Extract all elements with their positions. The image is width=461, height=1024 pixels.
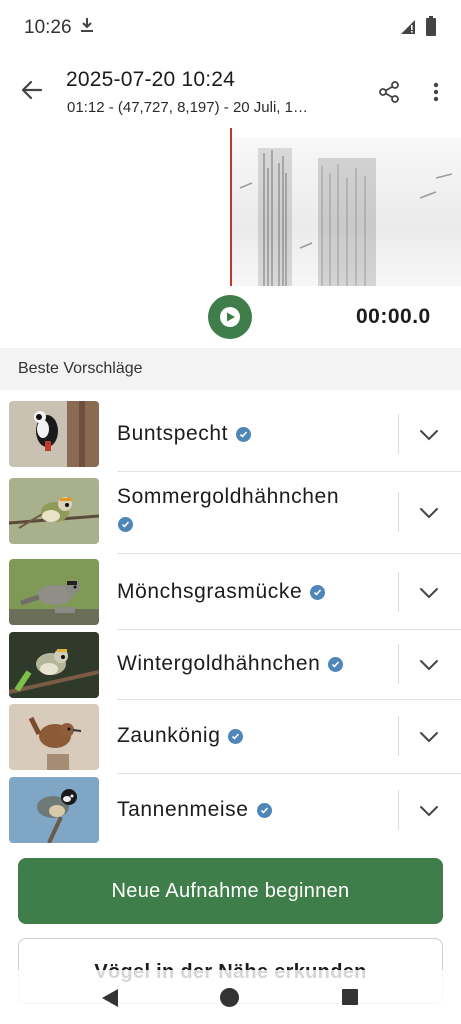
more-vert-icon	[433, 82, 439, 102]
back-button[interactable]	[16, 74, 48, 106]
row-divider	[398, 572, 399, 612]
share-button[interactable]	[373, 76, 405, 108]
expand-button[interactable]	[414, 722, 444, 752]
status-left: 10:26	[24, 17, 94, 39]
chevron-down-icon	[420, 732, 438, 743]
list-item[interactable]: Tannenmeise	[0, 774, 461, 846]
elapsed-time: 00:00.0	[356, 305, 431, 328]
expand-button[interactable]	[414, 796, 444, 826]
list-item[interactable]: Sommergoldhähnchen	[0, 472, 461, 554]
verified-icon	[118, 516, 133, 532]
bird-name: Mönchsgrasmücke	[117, 580, 326, 604]
bird-name-label: Sommergoldhähnchen	[117, 485, 340, 508]
row-divider	[398, 414, 399, 454]
bird-name: Zaunkönig	[117, 724, 244, 748]
nav-back-icon	[102, 989, 118, 1007]
bird-thumbnail	[9, 777, 99, 843]
app-bar: 2025-07-20 10:24 01:12 - (47,727, 8,197)…	[0, 60, 461, 124]
bird-name: Wintergoldhähnchen	[117, 652, 344, 676]
verified-icon	[328, 656, 344, 672]
nav-recents-button[interactable]	[342, 989, 358, 1005]
play-icon	[220, 307, 240, 327]
chevron-down-icon	[420, 430, 438, 441]
bird-thumbnail	[9, 632, 99, 698]
verified-icon	[228, 728, 244, 744]
nav-home-button[interactable]	[220, 988, 239, 1007]
expand-button[interactable]	[414, 420, 444, 450]
bird-name: Buntspecht	[117, 422, 252, 446]
status-bar: 10:26	[0, 0, 461, 56]
row-divider	[398, 644, 399, 684]
list-item[interactable]: Buntspecht	[0, 396, 461, 472]
verified-icon	[310, 584, 326, 600]
row-divider	[398, 716, 399, 756]
chevron-down-icon	[420, 660, 438, 671]
chevron-down-icon	[420, 508, 438, 519]
bird-thumbnail	[9, 401, 99, 467]
suggestion-list: Buntspecht Sommergoldhähnchen Mönchsgras…	[0, 396, 461, 846]
list-item[interactable]: Wintergoldhähnchen	[0, 630, 461, 700]
row-divider	[398, 492, 399, 532]
playhead[interactable]	[230, 128, 232, 286]
bird-name-label: Buntspecht	[117, 422, 229, 445]
bird-name-label: Wintergoldhähnchen	[117, 652, 321, 675]
expand-button[interactable]	[414, 650, 444, 680]
row-divider	[398, 790, 399, 830]
download-icon	[80, 17, 94, 39]
recording-subtitle: 01:12 - (47,727, 8,197) - 20 Juli, 1…	[67, 99, 308, 116]
recording-title: 2025-07-20 10:24	[66, 68, 236, 91]
suggestions-header: Beste Vorschläge	[0, 348, 461, 390]
back-arrow-icon	[21, 80, 43, 100]
bird-name: Tannenmeise	[117, 798, 272, 822]
bird-thumbnail	[9, 478, 99, 544]
suggestions-header-label: Beste Vorschläge	[18, 360, 143, 377]
new-recording-button[interactable]: Neue Aufnahme beginnen	[18, 858, 443, 924]
bird-name-label: Tannenmeise	[117, 798, 249, 821]
bird-name: Sommergoldhähnchen	[117, 485, 339, 533]
chevron-down-icon	[420, 806, 438, 817]
bird-thumbnail	[9, 704, 99, 770]
bird-thumbnail	[9, 559, 99, 625]
expand-button[interactable]	[414, 578, 444, 608]
share-icon	[379, 81, 399, 103]
list-item[interactable]: Mönchsgrasmücke	[0, 554, 461, 630]
signal-icon	[399, 17, 417, 40]
battery-icon	[425, 15, 437, 41]
system-nav-bar	[0, 970, 461, 1024]
verified-icon	[256, 802, 272, 818]
verified-icon	[236, 426, 252, 442]
bird-name-label: Mönchsgrasmücke	[117, 580, 303, 603]
new-recording-label: Neue Aufnahme beginnen	[111, 879, 350, 902]
nav-back-button[interactable]	[101, 988, 119, 1013]
status-time: 10:26	[24, 17, 72, 38]
more-options-button[interactable]	[424, 76, 448, 108]
status-right	[399, 15, 437, 41]
expand-button[interactable]	[414, 498, 444, 528]
play-button[interactable]	[208, 295, 252, 339]
bird-name-label: Zaunkönig	[117, 724, 221, 747]
list-item[interactable]: Zaunkönig	[0, 700, 461, 774]
chevron-down-icon	[420, 588, 438, 599]
